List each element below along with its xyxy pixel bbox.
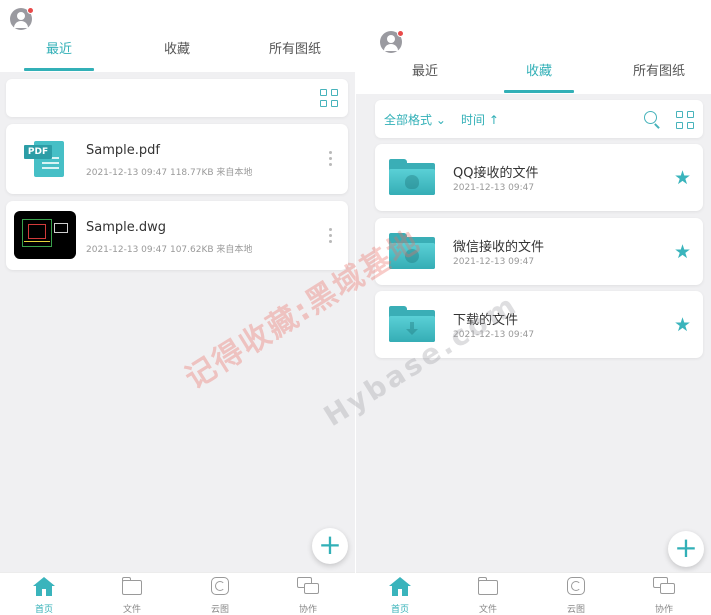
folder-date: 2021-12-13 09:47	[453, 257, 535, 267]
nav-cloud[interactable]: 云图	[532, 577, 620, 615]
cloud-drawing-icon	[565, 577, 587, 597]
folder-icon	[121, 577, 143, 597]
star-icon[interactable]: ★	[674, 315, 691, 335]
header: 最近 收藏 所有图纸	[0, 0, 355, 72]
star-icon[interactable]: ★	[674, 242, 691, 262]
nav-collaboration[interactable]: 协作	[620, 577, 708, 615]
pdf-file-icon: PDF	[24, 139, 66, 179]
view-toolbar	[6, 79, 348, 117]
tab-bar: 最近 收藏 所有图纸	[356, 60, 711, 93]
nav-home[interactable]: 首页	[356, 577, 444, 615]
nav-label: 协作	[654, 605, 673, 615]
tab-label: 最近	[45, 42, 72, 57]
bottom-nav: 首页 文件 云图 协作	[0, 572, 355, 615]
sort-by-time-button[interactable]: 时间 ↑	[461, 111, 499, 128]
file-card-pdf[interactable]: PDF Sample.pdf 2021-12-13 09:47 118.77KB…	[6, 124, 348, 194]
nav-home[interactable]: 首页	[0, 577, 88, 615]
file-meta: 2021-12-13 09:47 107.62KB 来自本地	[86, 245, 253, 255]
collaboration-icon	[653, 577, 675, 597]
nav-label: 首页	[34, 605, 53, 615]
qq-folder-icon	[389, 159, 435, 197]
tab-recent[interactable]: 最近	[366, 60, 484, 84]
tab-label: 收藏	[163, 42, 190, 57]
nav-label: 文件	[478, 605, 497, 615]
active-tab-indicator	[504, 90, 574, 93]
tab-all-drawings[interactable]: 所有图纸	[236, 38, 354, 62]
nav-files[interactable]: 文件	[444, 577, 532, 615]
folder-name: QQ接收的文件	[453, 166, 539, 181]
nav-label: 云图	[210, 605, 229, 615]
notification-dot	[397, 30, 404, 37]
home-icon	[33, 577, 55, 597]
star-icon[interactable]: ★	[674, 168, 691, 188]
add-button[interactable]: +	[668, 531, 704, 567]
file-name: Sample.dwg	[86, 220, 167, 235]
folder-card-qq[interactable]: QQ接收的文件 2021-12-13 09:47 ★	[375, 144, 703, 211]
nav-label: 文件	[122, 605, 141, 615]
file-meta: 2021-12-13 09:47 118.77KB 来自本地	[86, 168, 253, 178]
tab-label: 最近	[411, 64, 438, 79]
dwg-thumbnail	[14, 211, 76, 259]
grid-view-icon[interactable]	[320, 89, 338, 107]
more-options-icon[interactable]	[329, 228, 332, 246]
pdf-tag: PDF	[24, 145, 52, 159]
collaboration-icon	[297, 577, 319, 597]
active-tab-indicator	[24, 68, 94, 71]
user-avatar-icon[interactable]	[380, 30, 404, 53]
file-card-dwg[interactable]: Sample.dwg 2021-12-13 09:47 107.62KB 来自本…	[6, 201, 348, 270]
grid-view-icon[interactable]	[676, 111, 694, 129]
add-button[interactable]: +	[312, 528, 348, 564]
user-avatar-icon[interactable]	[10, 7, 34, 30]
tab-favorites[interactable]: 收藏	[118, 38, 236, 62]
nav-label: 云图	[566, 605, 585, 615]
folder-date: 2021-12-13 09:47	[453, 183, 535, 193]
folder-name: 微信接收的文件	[453, 240, 545, 255]
nav-label: 首页	[390, 605, 409, 615]
file-name: Sample.pdf	[86, 143, 160, 158]
right-screen: 最近 收藏 所有图纸 全部格式 ⌄ 时间 ↑ QQ接收的文件 2021-12-1…	[356, 0, 711, 615]
tab-bar: 最近 收藏 所有图纸	[0, 38, 355, 71]
nav-cloud[interactable]: 云图	[176, 577, 264, 615]
search-icon[interactable]	[644, 111, 661, 129]
home-icon	[389, 577, 411, 597]
nav-files[interactable]: 文件	[88, 577, 176, 615]
bottom-nav: 首页 文件 云图 协作	[356, 572, 711, 615]
filter-toolbar: 全部格式 ⌄ 时间 ↑	[375, 100, 703, 138]
tab-label: 所有图纸	[632, 64, 685, 79]
tab-favorites[interactable]: 收藏	[480, 60, 598, 93]
tab-all-drawings[interactable]: 所有图纸	[600, 60, 711, 84]
header: 最近 收藏 所有图纸	[356, 0, 711, 94]
tab-recent[interactable]: 最近	[0, 38, 118, 71]
format-filter-dropdown[interactable]: 全部格式 ⌄	[384, 111, 446, 128]
tab-label: 收藏	[525, 64, 552, 79]
nav-collaboration[interactable]: 协作	[264, 577, 352, 615]
cloud-drawing-icon	[209, 577, 231, 597]
nav-label: 协作	[298, 605, 317, 615]
notification-dot	[27, 7, 34, 14]
folder-icon	[477, 577, 499, 597]
more-options-icon[interactable]	[329, 151, 332, 169]
tab-label: 所有图纸	[268, 42, 321, 57]
